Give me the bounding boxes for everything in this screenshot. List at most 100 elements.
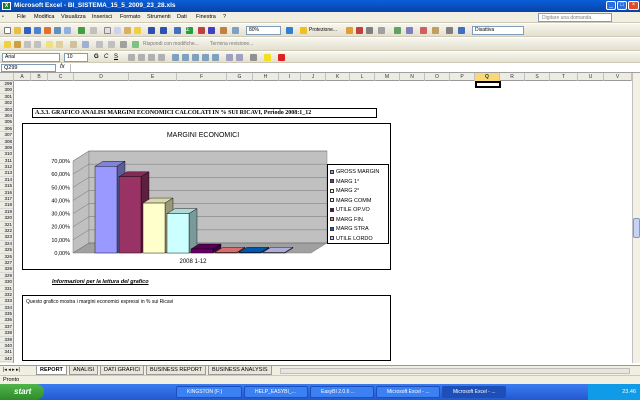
delete-comment-icon[interactable] [56, 41, 63, 48]
increase-indent-icon[interactable] [236, 54, 243, 61]
hide-comment-icon[interactable] [46, 41, 53, 48]
menu-visualizza[interactable]: Visualizza [61, 14, 86, 20]
tab-report[interactable]: REPORT [36, 366, 67, 375]
tool-icon[interactable] [346, 27, 353, 34]
col-header[interactable]: N [400, 73, 425, 81]
delete-ink-icon[interactable] [96, 41, 103, 48]
scroll-thumb[interactable] [633, 218, 640, 238]
bold-icon[interactable]: G [94, 54, 101, 61]
tab-dati-grafici[interactable]: DATI GRAFICI [100, 366, 144, 375]
percent-icon[interactable] [182, 54, 189, 61]
disattiva-select[interactable]: Disattiva [472, 26, 524, 35]
print-icon[interactable] [54, 27, 61, 34]
selected-cell[interactable] [475, 81, 501, 88]
col-header[interactable]: J [301, 73, 326, 81]
currency-icon[interactable] [172, 54, 179, 61]
task-excel-1[interactable]: Microsoft Excel - ... [376, 386, 440, 398]
decrease-decimal-icon[interactable] [212, 54, 219, 61]
italic-icon[interactable]: C [104, 54, 111, 61]
autosum-icon[interactable]: Σ [186, 27, 193, 34]
font-select[interactable]: Arial [2, 53, 60, 62]
col-header[interactable]: I [279, 73, 301, 81]
task-help-easybi[interactable]: HELP_EASYBI_... [244, 386, 308, 398]
open-icon[interactable] [14, 27, 21, 34]
menu-formato[interactable]: Formato [120, 14, 140, 20]
research-icon[interactable] [90, 27, 97, 34]
format-painter-icon[interactable] [134, 27, 141, 34]
col-header[interactable]: R [500, 73, 525, 81]
menu-strumenti[interactable]: Strumenti [147, 14, 171, 20]
col-header[interactable]: V [604, 73, 632, 81]
tool-icon-5[interactable] [394, 27, 401, 34]
col-header[interactable]: T [550, 73, 578, 81]
protezione-button[interactable]: Protezione... [309, 27, 337, 33]
chart-legend[interactable]: GROSS MARGIN MARG 1° MARG 2° MARG COMM UTILE… [327, 164, 389, 244]
col-header[interactable]: M [375, 73, 400, 81]
row-header[interactable]: 343 [0, 362, 13, 363]
cut-icon[interactable] [104, 27, 111, 34]
review-icon[interactable] [108, 41, 115, 48]
menu-dati[interactable]: Dati [177, 14, 187, 20]
track-icon[interactable] [70, 41, 77, 48]
next-comment-icon[interactable] [34, 41, 41, 48]
spelling-icon[interactable] [78, 27, 85, 34]
menu-finestra[interactable]: Finestra [196, 14, 216, 20]
protection-icon[interactable] [300, 27, 307, 34]
col-header[interactable]: D [74, 73, 129, 81]
col-header-selected[interactable]: Q [475, 73, 500, 81]
drawing-icon[interactable] [232, 27, 239, 34]
col-header[interactable]: P [450, 73, 475, 81]
tab-nav-arrows[interactable]: |◂ ◂ ▸ ▸| [3, 367, 20, 373]
select-all-corner[interactable] [0, 73, 14, 81]
undo-icon[interactable] [148, 27, 155, 34]
menu-file[interactable]: File [17, 14, 26, 20]
email-icon[interactable] [44, 27, 51, 34]
align-center-icon[interactable] [138, 54, 145, 61]
col-header[interactable]: S [525, 73, 550, 81]
help-icon[interactable] [286, 27, 293, 34]
increase-decimal-icon[interactable] [202, 54, 209, 61]
ink-icon[interactable] [82, 41, 89, 48]
copy-icon[interactable] [114, 27, 121, 34]
task-icon[interactable] [132, 41, 139, 48]
paste-icon[interactable] [124, 27, 131, 34]
sort-desc-icon[interactable] [208, 27, 215, 34]
thousands-icon[interactable] [192, 54, 199, 61]
vertical-scrollbar[interactable] [632, 73, 640, 363]
col-header[interactable]: U [578, 73, 604, 81]
formula-input[interactable] [70, 64, 638, 72]
chart-wizard-icon[interactable] [220, 27, 227, 34]
ask-question-input[interactable]: Digitare una domanda. [538, 13, 612, 22]
font-size-select[interactable]: 10 [64, 53, 88, 62]
tool-icon-4[interactable] [378, 27, 385, 34]
decrease-indent-icon[interactable] [226, 54, 233, 61]
tool-icon-8[interactable] [432, 27, 439, 34]
tab-analisi[interactable]: ANALISI [69, 366, 99, 375]
font-color-icon[interactable] [278, 54, 285, 61]
end-review-button[interactable]: Termina revisione... [210, 41, 253, 47]
redo-icon[interactable] [160, 27, 167, 34]
menu-help[interactable]: ? [223, 14, 226, 20]
tool-icon-10[interactable] [458, 27, 465, 34]
merge-center-icon[interactable] [158, 54, 165, 61]
task-excel-2[interactable]: Microsoft Excel - ... [442, 386, 506, 398]
show-comment-icon[interactable] [14, 41, 21, 48]
prev-comment-icon[interactable] [24, 41, 31, 48]
sort-asc-icon[interactable] [198, 27, 205, 34]
save-icon[interactable] [24, 27, 31, 34]
zoom-select[interactable]: 80% [246, 26, 281, 35]
tool-icon-6[interactable] [406, 27, 413, 34]
menu-modifica[interactable]: Modifica [34, 14, 54, 20]
tab-business-report[interactable]: BUSINESS REPORT [146, 366, 207, 375]
align-right-icon[interactable] [148, 54, 155, 61]
permission-icon[interactable] [34, 27, 41, 34]
hyperlink-icon[interactable] [174, 27, 181, 34]
col-header[interactable]: F [177, 73, 227, 81]
horizontal-scrollbar[interactable] [280, 368, 630, 374]
col-header[interactable]: H [253, 73, 279, 81]
name-box[interactable]: Q299 [1, 64, 56, 72]
minimize-button[interactable]: _ [606, 1, 616, 10]
tool-icon-2[interactable] [356, 27, 363, 34]
fx-icon[interactable]: fx [60, 64, 65, 70]
col-header[interactable]: B [31, 73, 48, 81]
